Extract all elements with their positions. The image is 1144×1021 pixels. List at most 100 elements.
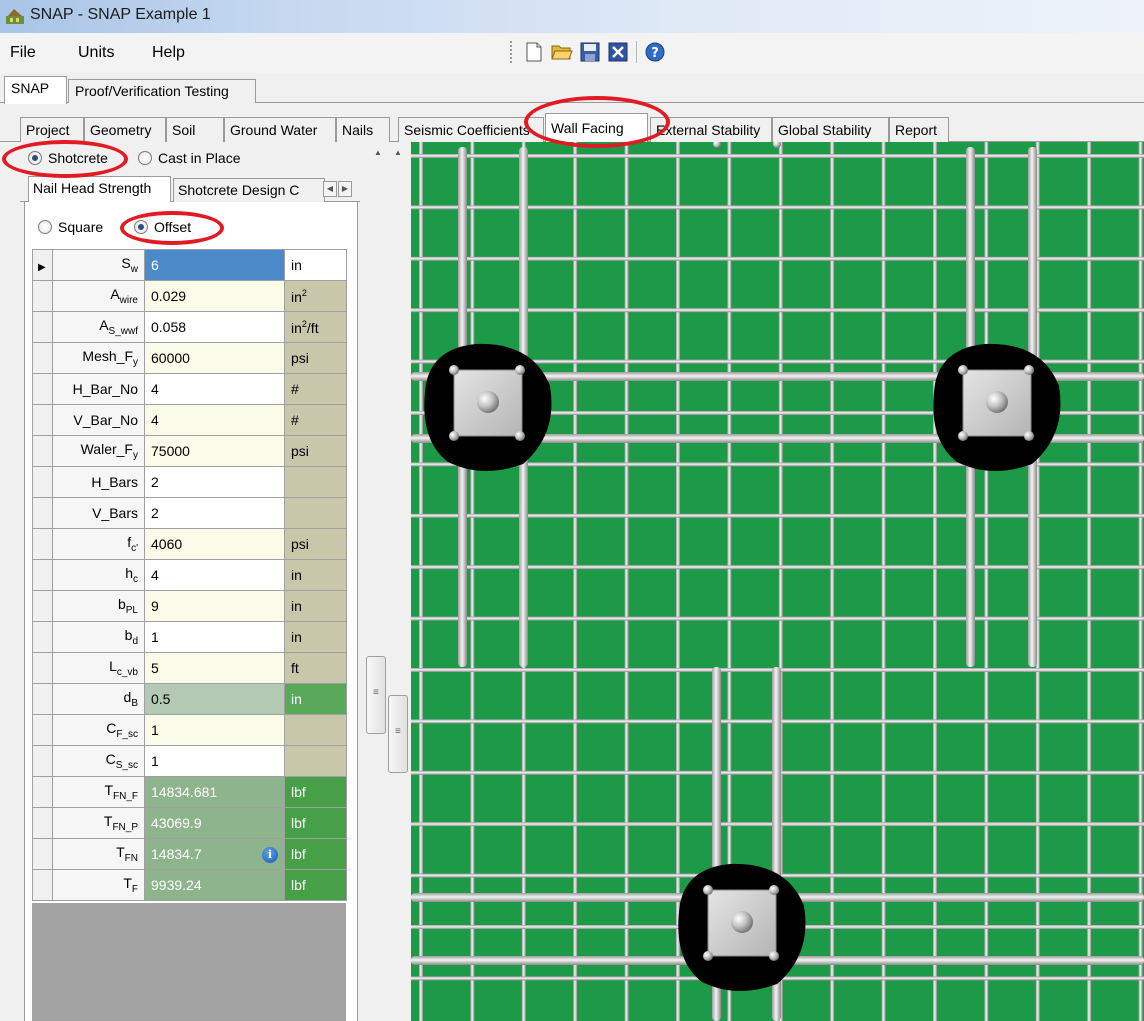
grid-row[interactable]: V_Bars 2	[32, 497, 347, 529]
grid-row[interactable]: TF 9939.24 lbf	[32, 869, 347, 901]
scroll-up-arrow-icon[interactable]: ▲	[374, 148, 382, 157]
property-value[interactable]: 14834.681	[144, 776, 285, 808]
tab-seismic-coefficients[interactable]: Seismic Coefficients	[398, 117, 544, 142]
row-selector[interactable]	[32, 497, 53, 529]
row-selector[interactable]	[32, 435, 53, 467]
property-value[interactable]: 9	[144, 590, 285, 622]
menu-help[interactable]: Help	[152, 44, 185, 62]
grid-row[interactable]: Mesh_Fy 60000 psi	[32, 342, 347, 374]
grid-row[interactable]: TFN_P 43069.9 lbf	[32, 807, 347, 839]
menu-units[interactable]: Units	[78, 44, 114, 62]
row-selector[interactable]	[32, 714, 53, 746]
tab-snap[interactable]: SNAP	[4, 76, 67, 104]
info-icon[interactable]: i	[262, 846, 278, 863]
grid-row[interactable]: Awire 0.029 in2	[32, 280, 347, 312]
grid-row[interactable]: bPL 9 in	[32, 590, 347, 622]
property-value[interactable]: 4	[144, 404, 285, 436]
row-selector[interactable]	[32, 342, 53, 374]
row-selector[interactable]	[32, 280, 53, 312]
title-bar[interactable]: SNAP - SNAP Example 1	[0, 0, 1144, 33]
row-selector[interactable]: ▶	[32, 249, 53, 281]
row-selector[interactable]	[32, 776, 53, 808]
tab-nails[interactable]: Nails	[336, 117, 390, 142]
property-value[interactable]: 1	[144, 621, 285, 653]
grid-row[interactable]: dB 0.5 in	[32, 683, 347, 715]
tab-scroll-right-icon[interactable]: ▶	[338, 181, 352, 197]
property-value[interactable]: 2	[144, 497, 285, 529]
scroll-up-arrow-icon-2[interactable]: ▲	[394, 148, 402, 157]
property-unit: in	[284, 590, 347, 622]
grid-row[interactable]: CF_sc 1	[32, 714, 347, 746]
grid-row[interactable]: H_Bar_No 4 #	[32, 373, 347, 405]
row-selector[interactable]	[32, 745, 53, 777]
tab-project[interactable]: Project	[20, 117, 84, 142]
row-selector[interactable]	[32, 590, 53, 622]
property-value[interactable]: 60000	[144, 342, 285, 374]
property-value[interactable]: 0.058	[144, 311, 285, 343]
help-icon[interactable]: ?	[643, 40, 667, 64]
row-selector[interactable]	[32, 373, 53, 405]
row-selector[interactable]	[32, 869, 53, 901]
property-unit-text: #	[291, 381, 299, 397]
property-value[interactable]: 4	[144, 373, 285, 405]
grid-row[interactable]: Lc_vb 5 ft	[32, 652, 347, 684]
open-folder-icon[interactable]	[550, 40, 574, 64]
tab-geometry[interactable]: Geometry	[84, 117, 166, 142]
grid-row[interactable]: TFN_F 14834.681 lbf	[32, 776, 347, 808]
splitter-handle-right[interactable]: ≡	[388, 695, 408, 773]
property-value[interactable]: 43069.9	[144, 807, 285, 839]
wall-facing-3d-view[interactable]	[411, 142, 1144, 1021]
tab-global-stability[interactable]: Global Stability	[772, 117, 889, 142]
grid-row[interactable]: H_Bars 2	[32, 466, 347, 498]
property-value[interactable]: 75000	[144, 435, 285, 467]
property-value[interactable]: 14834.7 i	[144, 838, 285, 870]
new-file-icon[interactable]	[522, 40, 546, 64]
tab-ground-water[interactable]: Ground Water	[224, 117, 336, 142]
property-value[interactable]: 5	[144, 652, 285, 684]
property-value[interactable]: 6	[144, 249, 285, 281]
grid-row[interactable]: hc 4 in	[32, 559, 347, 591]
cast-in-place-radio[interactable]: Cast in Place	[138, 150, 240, 166]
row-selector[interactable]	[32, 621, 53, 653]
property-value[interactable]: 1	[144, 745, 285, 777]
tab-report[interactable]: Report	[889, 117, 949, 142]
row-selector[interactable]	[32, 559, 53, 591]
grid-row[interactable]: bd 1 in	[32, 621, 347, 653]
property-value[interactable]: 1	[144, 714, 285, 746]
row-selector[interactable]	[32, 311, 53, 343]
tab-scroll-left-icon[interactable]: ◀	[323, 181, 337, 197]
property-value[interactable]: 0.5	[144, 683, 285, 715]
property-unit: in2	[284, 280, 347, 312]
property-value[interactable]: 2	[144, 466, 285, 498]
property-value[interactable]: 4	[144, 559, 285, 591]
grid-row[interactable]: CS_sc 1	[32, 745, 347, 777]
export-icon[interactable]	[606, 40, 630, 64]
property-value[interactable]: 4060	[144, 528, 285, 560]
row-selector[interactable]	[32, 528, 53, 560]
tab-proof-verification[interactable]: Proof/Verification Testing	[68, 79, 256, 103]
save-icon[interactable]	[578, 40, 602, 64]
annotation-ellipse-wall-facing	[524, 96, 670, 148]
property-unit-text: in	[291, 288, 302, 305]
row-selector[interactable]	[32, 683, 53, 715]
row-selector[interactable]	[32, 404, 53, 436]
row-selector[interactable]	[32, 466, 53, 498]
grid-row[interactable]: fc' 4060 psi	[32, 528, 347, 560]
grid-row[interactable]: V_Bar_No 4 #	[32, 404, 347, 436]
row-selector[interactable]	[32, 652, 53, 684]
property-value[interactable]: 0.029	[144, 280, 285, 312]
grid-row[interactable]: Waler_Fy 75000 psi	[32, 435, 347, 467]
square-radio[interactable]: Square	[38, 219, 103, 235]
tab-nail-head-strength[interactable]: Nail Head Strength	[28, 176, 171, 203]
grid-row[interactable]: ▶ Sw 6 in	[32, 249, 347, 281]
tab-ground-water-label: Ground Water	[230, 122, 318, 138]
tab-shotcrete-design[interactable]: Shotcrete Design C	[173, 178, 325, 202]
grid-row[interactable]: AS_wwf 0.058 in2/ft	[32, 311, 347, 343]
property-value[interactable]: 9939.24	[144, 869, 285, 901]
tab-soil[interactable]: Soil	[166, 117, 224, 142]
splitter-handle-left[interactable]: ≡	[366, 656, 386, 734]
row-selector[interactable]	[32, 838, 53, 870]
grid-row[interactable]: TFN 14834.7 i lbf	[32, 838, 347, 870]
menu-file[interactable]: File	[10, 44, 36, 62]
row-selector[interactable]	[32, 807, 53, 839]
